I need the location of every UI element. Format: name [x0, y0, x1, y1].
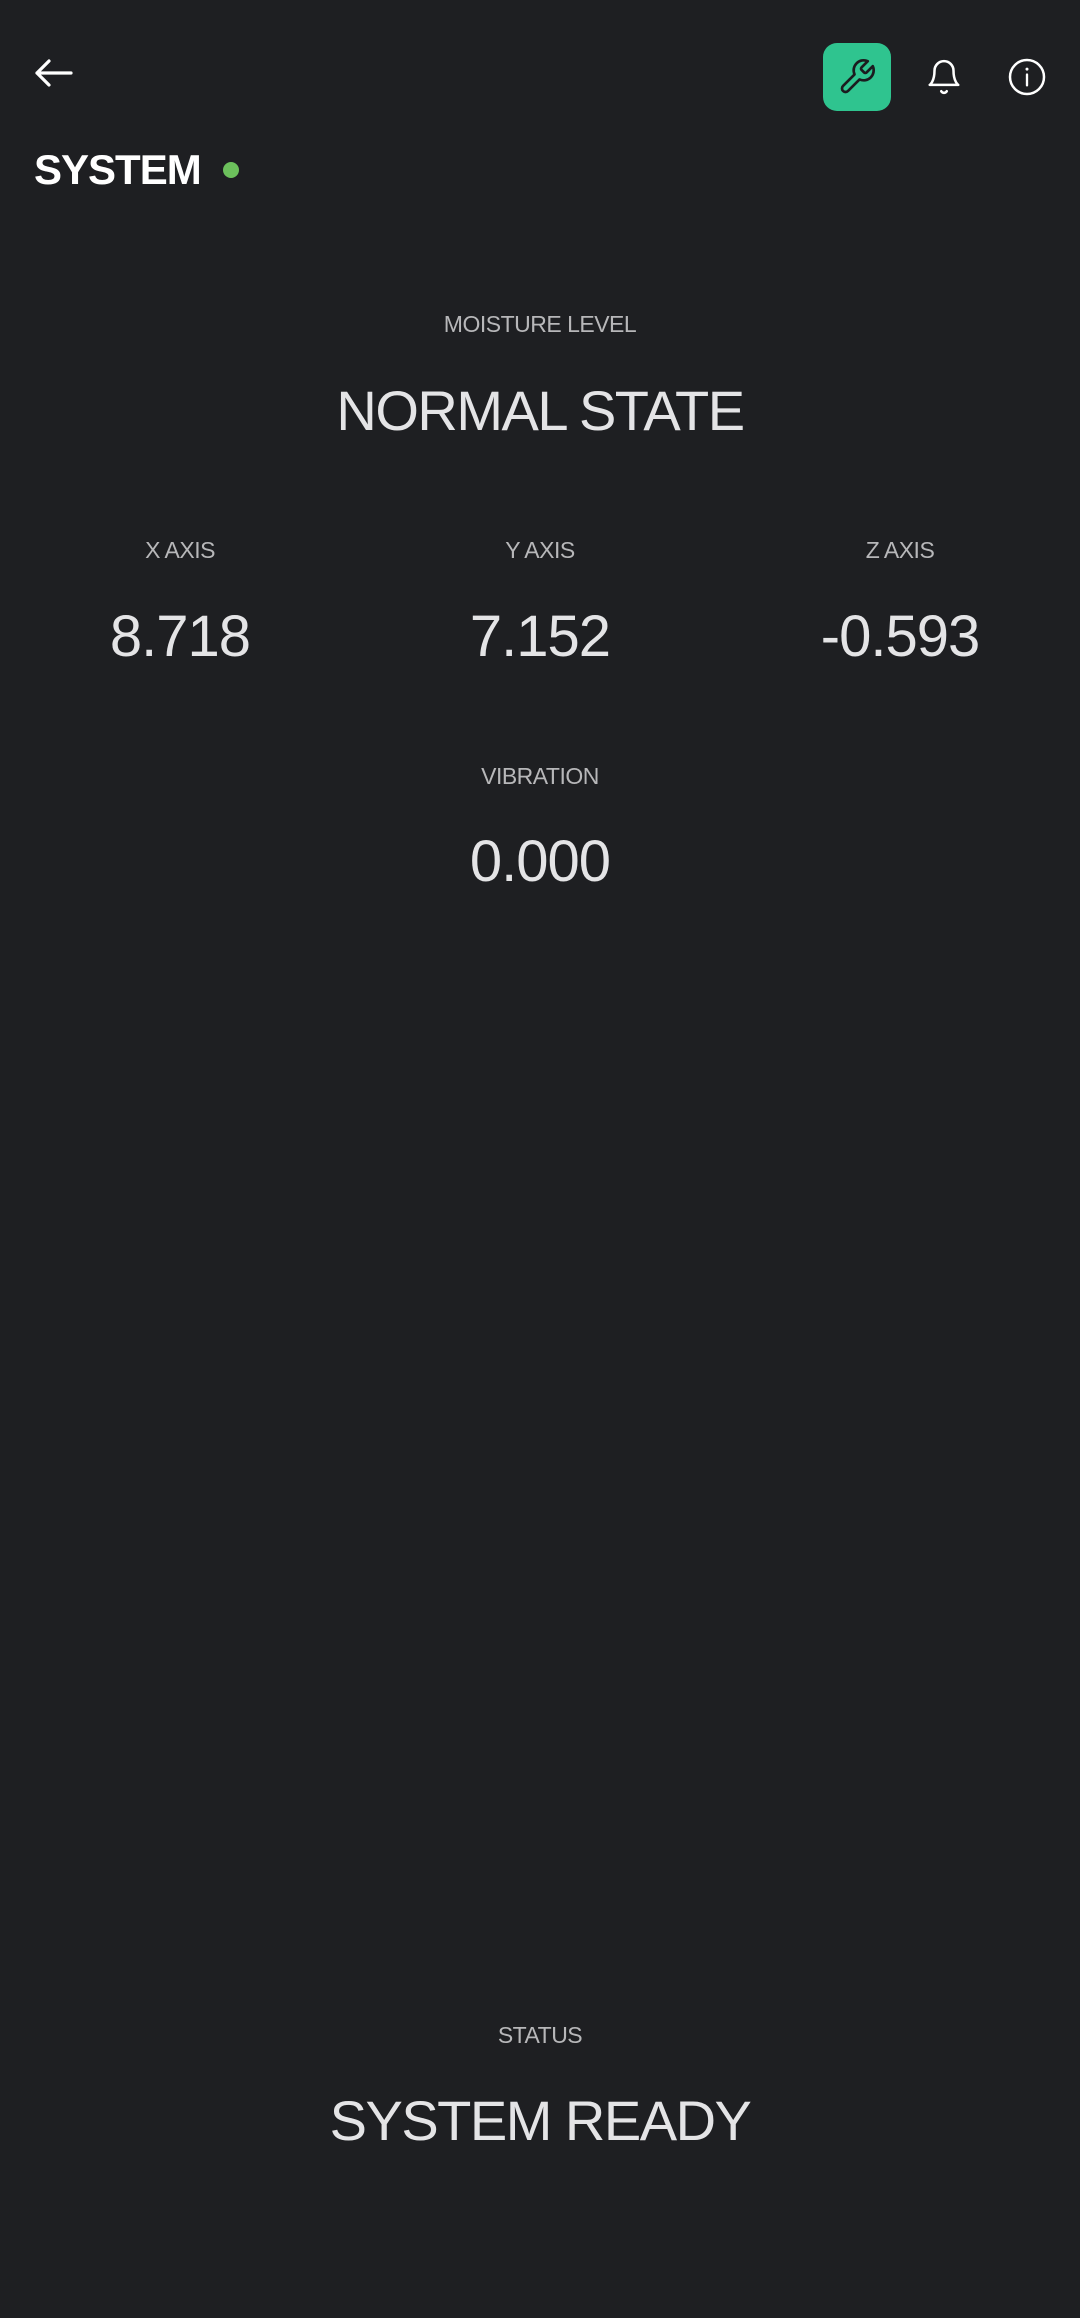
status-label: STATUS: [497, 2022, 583, 2048]
moisture-level-value: NORMAL STATE: [336, 379, 745, 442]
z-axis-label: Z AXIS: [865, 537, 935, 563]
status-value: SYSTEM READY: [329, 2089, 752, 2152]
settings-tool-button[interactable]: [823, 43, 891, 111]
y-axis-value: 7.152: [469, 604, 611, 669]
x-axis-value: 8.718: [109, 604, 251, 669]
status-dot: [222, 162, 239, 178]
title-row: SYSTEM: [34, 140, 239, 200]
bell-icon: [928, 59, 960, 95]
info-icon: [1008, 58, 1046, 96]
info-button[interactable]: [993, 43, 1061, 111]
y-axis-label: Y AXIS: [505, 537, 575, 563]
arrow-left-icon: [35, 59, 73, 87]
back-button[interactable]: [20, 40, 86, 106]
vibration-label: VIBRATION: [481, 763, 599, 789]
moisture-level-label: MOISTURE LEVEL: [443, 311, 637, 337]
z-axis-value: -0.593: [820, 604, 980, 669]
page-title: SYSTEM: [34, 146, 202, 193]
x-axis-label: X AXIS: [145, 537, 215, 563]
vibration-value: 0.000: [469, 829, 611, 894]
notifications-button[interactable]: [910, 43, 978, 111]
wrench-icon: [840, 59, 875, 94]
top-bar: [0, 0, 1080, 150]
